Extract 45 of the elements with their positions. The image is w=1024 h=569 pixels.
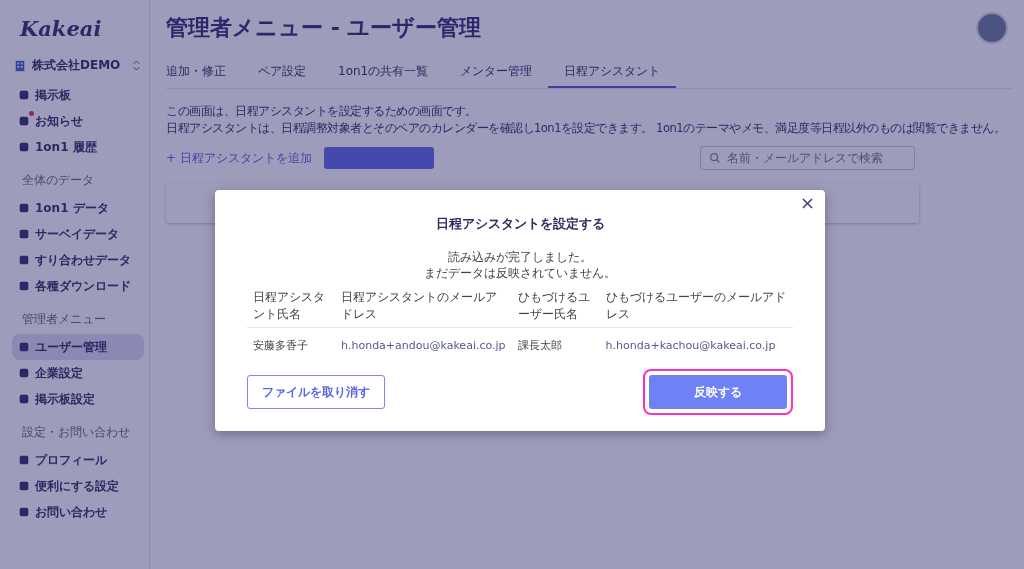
cancel-button[interactable]: ファイルを取り消す <box>247 375 385 409</box>
section-heading: 全体のデータ <box>22 172 95 189</box>
column-header: 日程アシスタント氏名 <box>247 285 335 328</box>
table-cell: 安藤多香子 <box>247 327 335 363</box>
table-cell: 課長太郎 <box>511 327 600 363</box>
sidebar-item[interactable]: 各種ダウンロード <box>12 273 144 299</box>
status-message: まだデータは反映されていません。 <box>423 265 617 281</box>
sidebar-item[interactable]: お問い合わせ <box>12 499 144 525</box>
sidebar-item[interactable]: ユーザー管理 <box>12 334 144 360</box>
tab[interactable]: 1on1の共有一覧 <box>322 56 445 88</box>
sidebar-item[interactable]: お知らせ <box>12 108 144 134</box>
column-header: ひもづけるユーザーのメールアドレス <box>599 285 793 328</box>
table-cell: h.honda+andou@kakeai.co.jp <box>335 327 512 363</box>
logo[interactable]: Kakeai <box>20 16 102 41</box>
tab[interactable]: メンター管理 <box>444 56 549 88</box>
search-icon <box>709 152 721 164</box>
description-text: この画面は、日程アシスタントを設定するための画面です。 <box>166 103 478 120</box>
description-text: 日程アシスタントは、日程調整対象者とそのペアのカレンダーを確認し1on1を設定できます。 1on1のテーマやメモ、満足度等日程以外のものは閲覧できません。 <box>166 120 1007 137</box>
status-message: 読み込みが完了しました。 <box>447 249 593 265</box>
avatar[interactable] <box>976 12 1008 44</box>
sidebar-item[interactable]: プロフィール <box>12 447 144 473</box>
modal-title: 日程アシスタントを設定する <box>434 216 606 233</box>
tab[interactable]: ペア設定 <box>242 56 322 88</box>
apply-button[interactable]: 反映する <box>649 375 787 409</box>
table-cell: h.honda+kachou@kakeai.co.jp <box>599 327 793 363</box>
tab[interactable]: 追加・修正 <box>166 56 242 88</box>
sidebar-item[interactable]: すり合わせデータ <box>12 247 144 273</box>
search-field[interactable]: 名前・メールアドレスで検索 <box>700 146 915 170</box>
section-heading: 管理者メニュー <box>22 311 107 328</box>
column-header: 日程アシスタントのメールアドレス <box>335 285 512 328</box>
close-icon[interactable] <box>802 198 813 209</box>
sidebar-item[interactable]: 企業設定 <box>12 360 144 386</box>
sidebar-item[interactable]: 1on1 履歴 <box>12 134 144 160</box>
sidebar-item[interactable]: 掲示板 <box>12 82 144 108</box>
sidebar-item[interactable]: 便利にする設定 <box>12 473 144 499</box>
column-header: ひもづけるユーザー氏名 <box>511 285 600 328</box>
add-link[interactable]: + 日程アシスタントを追加 <box>166 149 312 167</box>
sidebar-item[interactable]: 掲示板設定 <box>12 386 144 412</box>
sidebar-item[interactable]: サーベイデータ <box>12 221 144 247</box>
section-heading: 設定・お問い合わせ <box>22 424 131 441</box>
sort-icon <box>133 59 140 72</box>
tab[interactable]: 日程アシスタント <box>548 56 677 88</box>
sidebar-item[interactable]: 1on1 データ <box>12 195 144 221</box>
company-switcher[interactable]: 株式会社DEMO <box>14 57 140 74</box>
page-title: 管理者メニュー - ユーザー管理 <box>166 14 482 42</box>
